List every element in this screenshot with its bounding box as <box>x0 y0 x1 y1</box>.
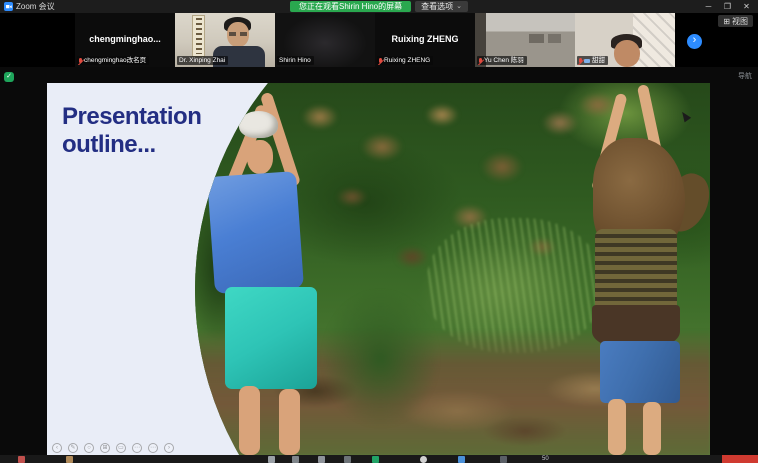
participant-label: Ruixing ZHENG <box>377 56 433 65</box>
muted-mic-icon <box>579 58 582 63</box>
participant-label-text: Yu Chen 陈羽 <box>484 56 524 65</box>
participant-label-text: Dr. Xinping Zhai <box>179 56 225 65</box>
muted-mic-icon <box>379 58 382 63</box>
boy-blue-shirt <box>207 171 304 294</box>
taskbar-icon[interactable] <box>268 456 275 463</box>
close-button[interactable]: ✕ <box>737 0 756 13</box>
window-controls: ─ ❐ ✕ <box>699 0 756 13</box>
participant-label-text: chengminghao改名页 <box>84 56 146 65</box>
grid-icon: ⊞ <box>723 17 730 26</box>
shared-screen-slide: Presentation outline... <box>47 83 710 455</box>
laser-pointer-icon: ○ <box>84 443 94 453</box>
nav-label: 导航 <box>738 71 752 81</box>
participant-name-overlay: Ruixing ZHENG <box>375 34 475 44</box>
video-tile-chengminghao[interactable]: chengminghao... chengminghao改名页 <box>75 13 175 67</box>
taskbar-icon[interactable] <box>344 456 351 463</box>
captions-icon: ⋯ <box>132 443 142 453</box>
participant-label: chengminghao改名页 <box>77 56 149 65</box>
participant-name-overlay: chengminghao... <box>75 34 175 44</box>
taskbar-icon[interactable] <box>372 456 379 463</box>
taskbar-clock-fragment: 50 <box>542 455 549 463</box>
participant-label-text: 甜甜 <box>592 56 605 65</box>
taskbar-icon[interactable] <box>318 456 325 463</box>
display-settings-icon: ▭ <box>116 443 126 453</box>
calligraphy-scroll <box>192 15 205 57</box>
presenter-controls: ‹ ✎ ○ ⊞ ▭ ⋯ ⋯ › <box>52 443 174 453</box>
participant-label-text: Ruixing ZHENG <box>384 56 430 65</box>
taskbar-icon[interactable] <box>458 456 465 463</box>
view-layout-button[interactable]: ⊞ 视图 <box>718 15 753 27</box>
next-participants-button[interactable]: › <box>687 34 702 49</box>
view-button-label: 视图 <box>732 16 748 27</box>
pen-icon: ✎ <box>68 443 78 453</box>
calligraphy-text <box>196 18 202 54</box>
taskbar-icon[interactable] <box>420 456 427 463</box>
view-options-label: 查看选项 <box>421 1 453 12</box>
girl-striped-top <box>595 229 677 311</box>
wall-frame <box>548 34 561 43</box>
zoom-app-icon <box>4 2 13 11</box>
more-options-icon: ⋯ <box>148 443 158 453</box>
girl-denim-shorts <box>600 341 680 403</box>
muted-mic-icon <box>79 58 82 63</box>
participant-label: 甜甜 <box>577 56 608 65</box>
participant-face <box>614 40 640 67</box>
participant-label-text: Shirin Hino <box>279 56 311 65</box>
forest-photo <box>195 83 710 455</box>
camera-icon <box>584 59 590 63</box>
meeting-info-shield-icon[interactable]: ✓ <box>4 72 14 82</box>
view-options-button[interactable]: 查看选项 ⌄ <box>415 1 468 12</box>
taskbar-icon[interactable] <box>292 456 299 463</box>
video-tile-yu-chen[interactable]: Yu Chen 陈羽 <box>475 13 575 67</box>
participant-label: Yu Chen 陈羽 <box>477 56 527 65</box>
video-tile-tiantian[interactable]: 甜甜 <box>575 13 675 67</box>
all-slides-icon: ⊞ <box>100 443 110 453</box>
participant-label: Dr. Xinping Zhai <box>177 56 228 65</box>
video-tile-xinping-zhai[interactable]: Dr. Xinping Zhai <box>175 13 275 67</box>
boy-teal-shorts <box>225 287 317 389</box>
video-strip: chengminghao... chengminghao改名页 Dr. Xinp… <box>0 13 758 67</box>
girl-right-leg <box>643 402 661 455</box>
titlebar-left: Zoom 会议 <box>4 0 55 13</box>
video-tile-ruixing-zheng[interactable]: Ruixing ZHENG Ruixing ZHENG <box>375 13 475 67</box>
titlebar-center: 您正在观看Shirin Hino的屏幕 查看选项 ⌄ <box>290 1 468 12</box>
taskbar-icon[interactable] <box>500 456 507 463</box>
chevron-down-icon: ⌄ <box>456 1 462 12</box>
boy-bucket-hat <box>239 111 278 138</box>
video-tile-shirin-hino[interactable]: Shirin Hino <box>275 13 375 67</box>
boy-right-leg <box>279 389 300 455</box>
boy-left-leg <box>239 386 260 455</box>
maximize-button[interactable]: ❐ <box>718 0 737 13</box>
slide-photo-circle <box>195 83 710 455</box>
taskbar-icon[interactable] <box>66 456 73 463</box>
wall-frame <box>529 34 544 43</box>
taskbar-red-icon[interactable] <box>722 455 758 463</box>
watching-screen-banner: 您正在观看Shirin Hino的屏幕 <box>290 1 411 12</box>
next-slide-icon: › <box>164 443 174 453</box>
muted-mic-icon <box>479 58 482 63</box>
taskbar-icon[interactable] <box>18 456 25 463</box>
boy-face <box>247 140 273 174</box>
previous-slide-icon: ‹ <box>52 443 62 453</box>
window-titlebar: Zoom 会议 您正在观看Shirin Hino的屏幕 查看选项 ⌄ ─ ❐ ✕ <box>0 0 758 13</box>
minimize-button[interactable]: ─ <box>699 0 718 13</box>
zoom-meeting-window: Zoom 会议 您正在观看Shirin Hino的屏幕 查看选项 ⌄ ─ ❐ ✕… <box>0 0 758 463</box>
participant-glasses <box>229 32 247 36</box>
participant-label: Shirin Hino <box>277 56 314 65</box>
windows-taskbar: 50 <box>0 455 758 463</box>
girl-left-leg <box>608 399 626 455</box>
window-title: Zoom 会议 <box>16 1 55 12</box>
center-bush <box>323 291 438 426</box>
